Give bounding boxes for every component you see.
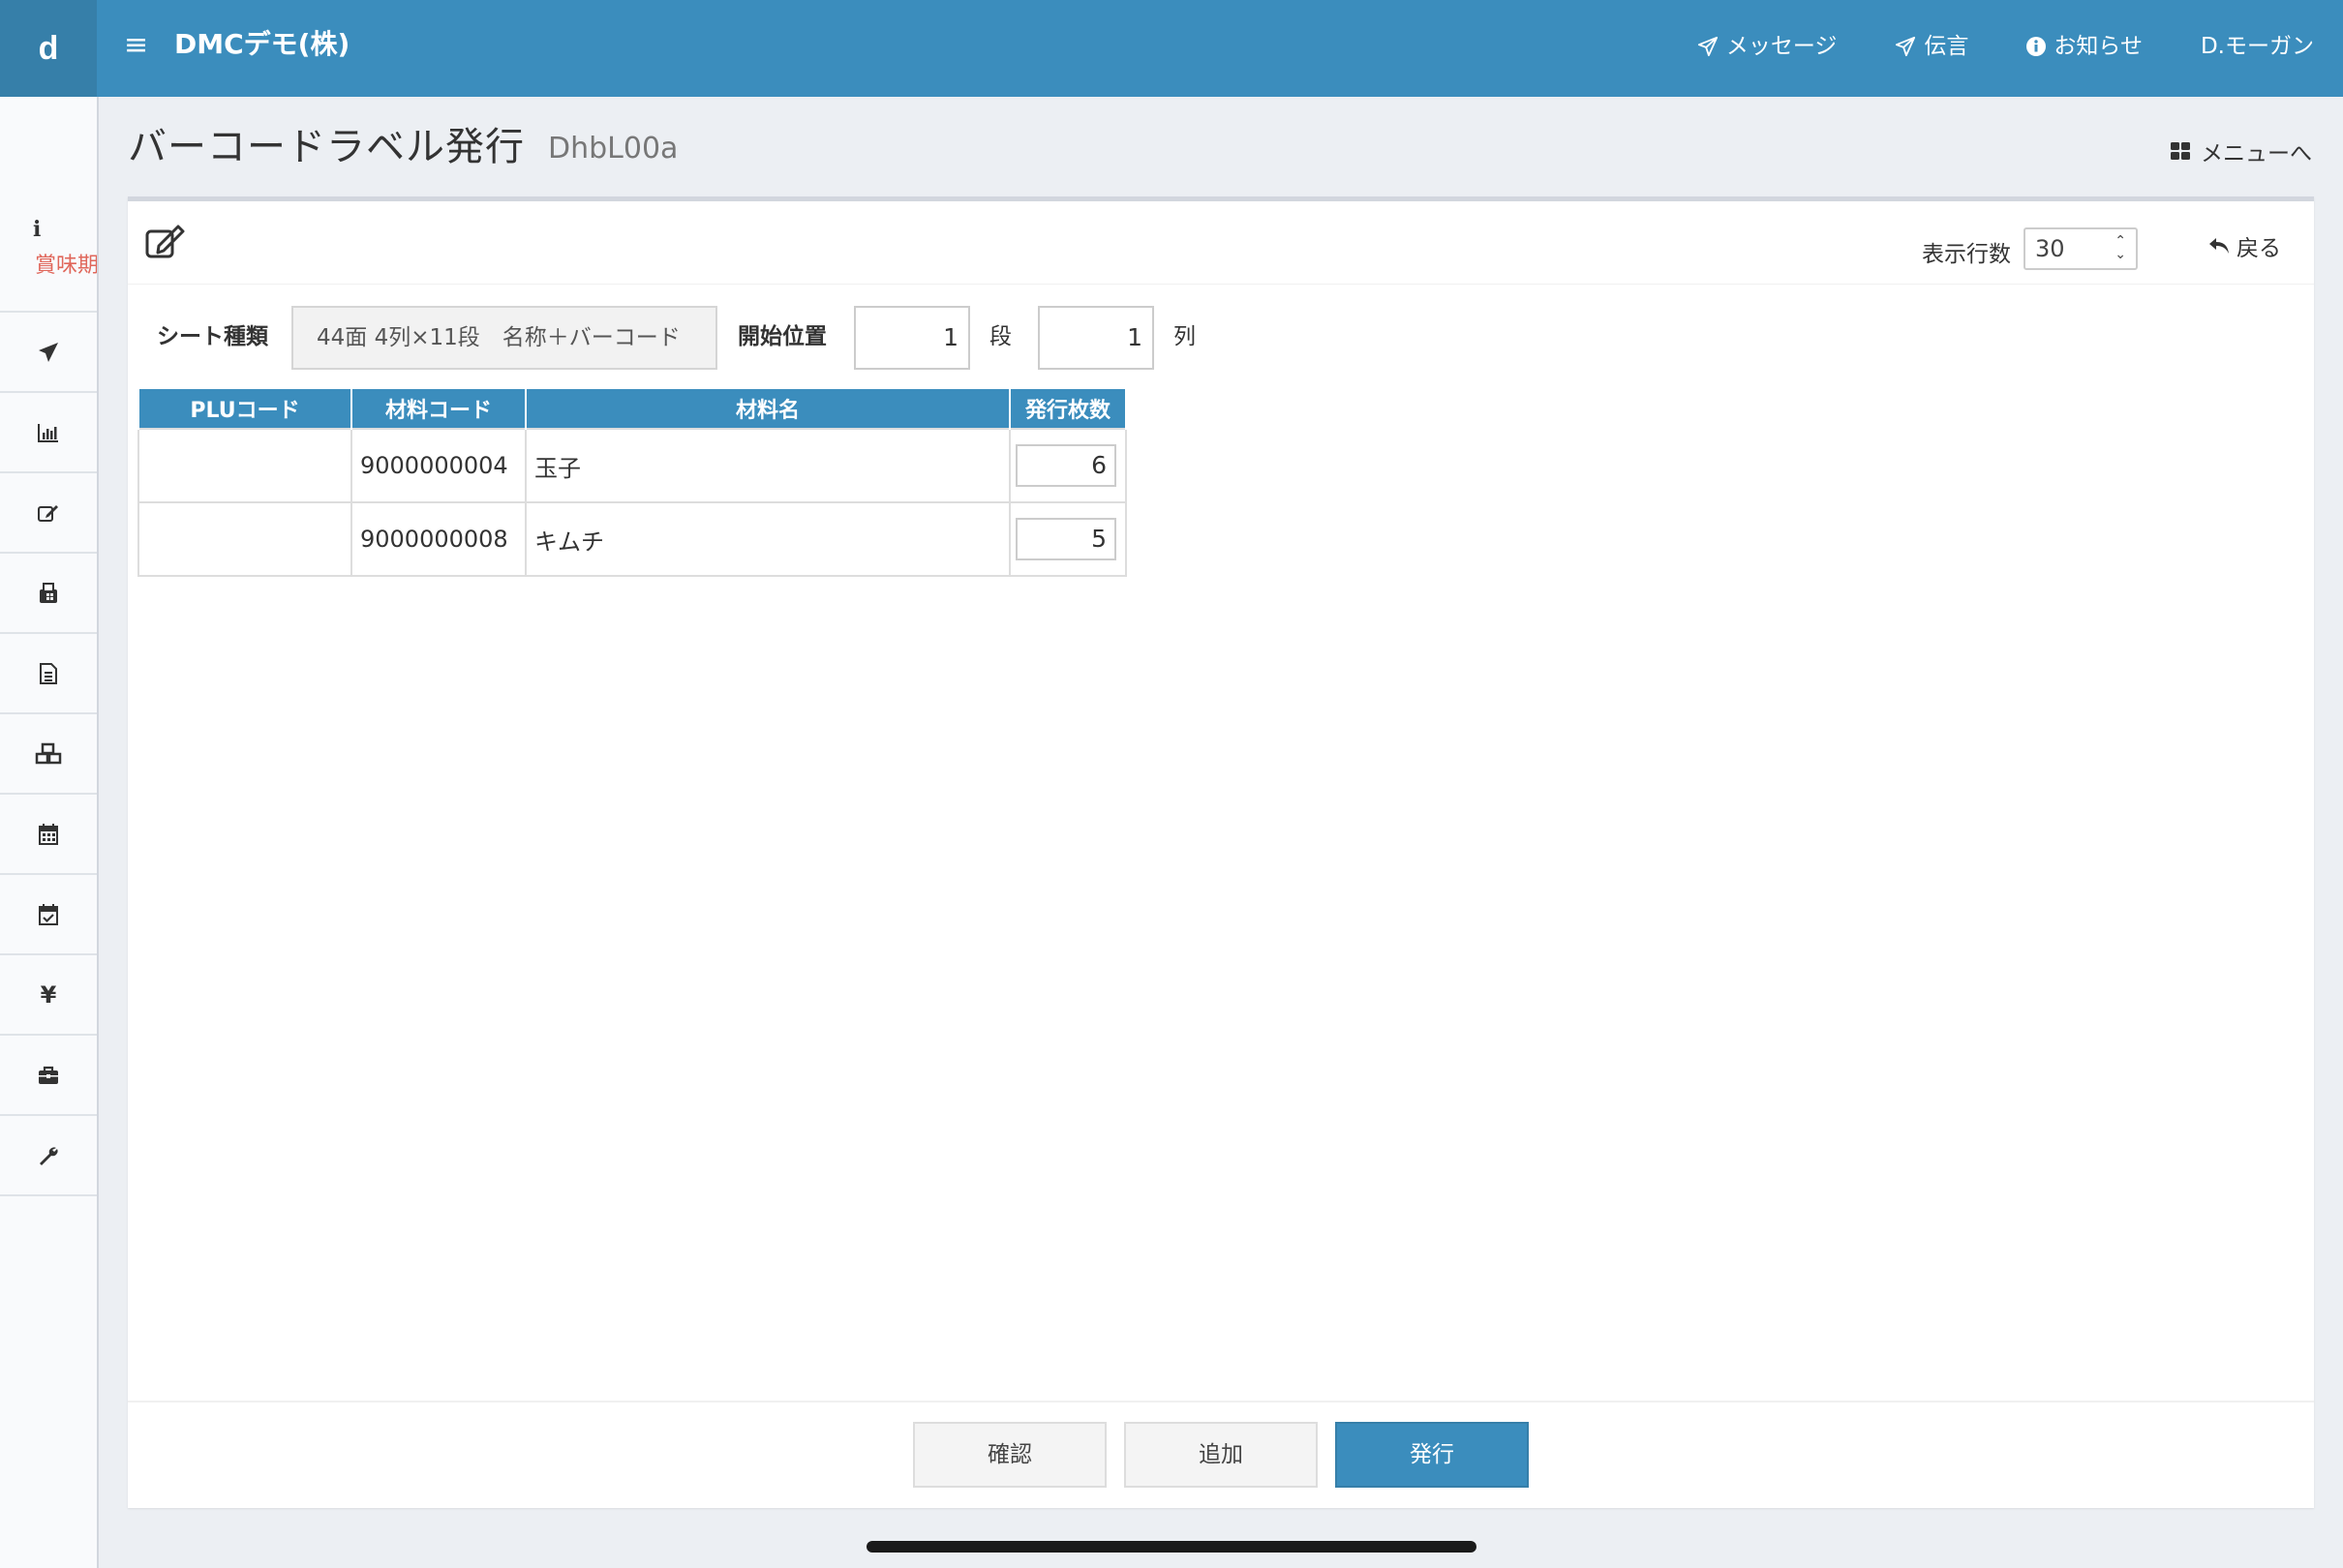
row-unit-label: 段 [989, 324, 1012, 349]
rows-per-page-label: 表示行数 [1922, 242, 2011, 267]
sidebar-item-schedule[interactable] [0, 875, 97, 955]
home-indicator [867, 1541, 1476, 1553]
column-header-material-name: 材料名 [525, 387, 1011, 430]
sidebar-item-chart[interactable] [0, 393, 97, 473]
nav-notices-label: お知らせ [2054, 34, 2143, 59]
column-header-quantity: 発行枚数 [1009, 387, 1127, 430]
column-unit-label: 列 [1173, 324, 1196, 349]
plu-code-cell [137, 501, 352, 577]
yen-icon: ¥ [40, 980, 57, 1009]
back-link-label: 戻る [2236, 236, 2281, 261]
calendar-icon [38, 823, 59, 846]
column-header-material-code: 材料コード [350, 387, 527, 430]
quantity-cell: 5 [1009, 501, 1127, 577]
user-name: D.モーガン [2200, 34, 2314, 59]
bar-chart-icon [37, 422, 60, 443]
back-link[interactable]: 戻る [2207, 232, 2281, 265]
nav-user[interactable]: D.モーガン [2201, 29, 2314, 64]
card-footer: 確認 追加 発行 [128, 1401, 2314, 1509]
info-circle-icon [2026, 37, 2047, 56]
card-header: 表示行数 30 ⌃ ⌄ 戻る [128, 201, 2314, 285]
sheet-type-field[interactable]: 44面 4列×11段 名称＋バーコード [291, 306, 717, 370]
company-name: DMCデモ(株) [174, 28, 350, 60]
edit-icon [145, 225, 186, 263]
table-header-row: PLUコード 材料コード 材料名 発行枚数 [137, 387, 1127, 430]
page-code: DhbL00a [548, 132, 679, 166]
nav-memo-label: 伝言 [1924, 34, 1969, 59]
sidebar: i 賞味期 ¥ [0, 97, 99, 1568]
calendar-check-icon [38, 903, 59, 926]
quantity-input[interactable]: 6 [1016, 444, 1116, 487]
fax-icon [38, 582, 59, 605]
file-text-icon [39, 662, 58, 685]
nav-memo[interactable]: 伝言 [1895, 29, 1968, 64]
material-name-cell: キムチ [525, 501, 1011, 577]
page-title: バーコードラベル発行 [128, 125, 525, 169]
start-position-label: 開始位置 [738, 324, 827, 349]
material-code-cell: 9000000004 [350, 428, 527, 503]
app-logo[interactable]: d [0, 0, 97, 97]
menu-link-label: メニューへ [2201, 141, 2312, 166]
top-nav-links: メッセージ 伝言 お知らせ D.モーガン [1697, 29, 2314, 64]
wrench-icon [37, 1144, 60, 1167]
paper-plane-icon [1697, 36, 1719, 57]
reply-icon [2207, 232, 2231, 265]
start-row-input[interactable]: 1 [854, 306, 970, 370]
sidebar-item-settings[interactable] [0, 1116, 97, 1196]
send-icon [37, 341, 60, 364]
sidebar-item-info[interactable]: i 賞味期 [0, 97, 97, 313]
sidebar-item-inventory[interactable] [0, 714, 97, 795]
issue-button[interactable]: 発行 [1335, 1422, 1529, 1488]
cubes-icon [35, 742, 62, 766]
edit-icon [37, 502, 60, 524]
sidebar-item-money[interactable]: ¥ [0, 955, 97, 1036]
rows-per-page-select[interactable]: 30 ⌃ ⌄ [2024, 227, 2138, 270]
rows-per-page-value: 30 [2035, 235, 2065, 262]
table-row[interactable]: 9000000004 玉子 6 [137, 428, 1127, 503]
menu-link[interactable]: メニューへ [2170, 137, 2312, 170]
th-large-icon [2170, 137, 2191, 170]
sidebar-item-edit[interactable] [0, 473, 97, 554]
sidebar-item-send[interactable] [0, 313, 97, 393]
column-header-plu: PLUコード [137, 387, 352, 430]
nav-messages-label: メッセージ [1725, 34, 1838, 59]
add-button[interactable]: 追加 [1124, 1422, 1318, 1488]
confirm-button[interactable]: 確認 [913, 1422, 1107, 1488]
sidebar-item-document[interactable] [0, 634, 97, 714]
quantity-input[interactable]: 5 [1016, 518, 1116, 560]
nav-messages[interactable]: メッセージ [1697, 29, 1838, 64]
start-column-input[interactable]: 1 [1038, 306, 1154, 370]
sheet-type-label: シート種類 [157, 324, 268, 349]
nav-notices[interactable]: お知らせ [2026, 29, 2143, 64]
material-name-cell: 玉子 [525, 428, 1011, 503]
select-updown-icon: ⌃ ⌄ [2115, 233, 2126, 262]
sidebar-notice-text[interactable]: 賞味期 [35, 248, 97, 279]
briefcase-icon [37, 1065, 60, 1086]
menu-toggle-icon[interactable]: ≡ [124, 29, 148, 62]
info-icon: i [33, 217, 42, 242]
top-navbar: d ≡ DMCデモ(株) メッセージ 伝言 お知らせ D.モーガン [0, 0, 2343, 97]
label-settings-form: シート種類 44面 4列×11段 名称＋バーコード 開始位置 1 段 1 列 [128, 303, 2314, 371]
main-card: 表示行数 30 ⌃ ⌄ 戻る シート種類 44面 4列×11段 名称＋バーコード … [128, 196, 2314, 1508]
sidebar-item-calendar[interactable] [0, 795, 97, 875]
paper-plane-icon [1895, 36, 1916, 57]
materials-table: PLUコード 材料コード 材料名 発行枚数 9000000004 玉子 6 90… [137, 387, 1127, 577]
quantity-cell: 6 [1009, 428, 1127, 503]
plu-code-cell [137, 428, 352, 503]
sidebar-item-business[interactable] [0, 1036, 97, 1116]
material-code-cell: 9000000008 [350, 501, 527, 577]
sidebar-item-fax[interactable] [0, 554, 97, 634]
table-row[interactable]: 9000000008 キムチ 5 [137, 501, 1127, 577]
